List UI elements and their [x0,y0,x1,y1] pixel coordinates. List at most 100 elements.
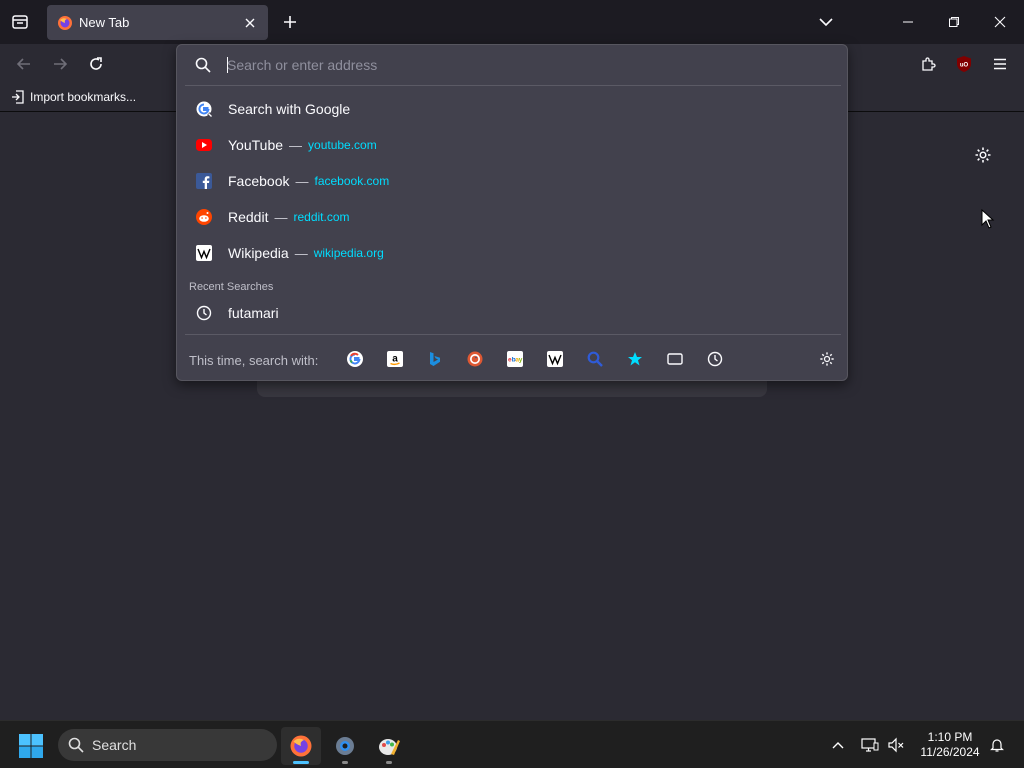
speaker-muted-icon [888,737,904,753]
divider [185,334,841,335]
taskbar-search-box[interactable]: Search [58,729,277,761]
tab-title: New Tab [79,15,130,30]
tab-close-button[interactable] [238,11,262,35]
taskbar-clock[interactable]: 1:10 PM 11/26/2024 [912,730,988,760]
engine-duckduckgo-button[interactable] [465,349,485,369]
close-window-button[interactable] [986,8,1014,36]
extensions-button[interactable] [916,52,940,76]
forward-button[interactable] [48,52,72,76]
firefox-view-button[interactable] [8,10,32,34]
recent-searches-heading: Recent Searches [189,281,274,293]
chevron-down-icon [819,18,833,27]
list-all-tabs-button[interactable] [814,10,838,34]
bing-icon [430,352,440,366]
result-separator: — [289,137,303,153]
youtube-icon [195,136,213,154]
result-wikipedia[interactable]: Wikipedia — wikipedia.org [185,236,841,270]
search-icon [193,55,213,75]
engine-ebay-button[interactable]: ebay [505,349,525,369]
windows-taskbar: Search 1:10 PM 11/26/2024 [0,720,1024,768]
close-icon [245,18,255,27]
start-button[interactable] [18,733,44,759]
svg-text:uO: uO [960,63,969,69]
taskbar-search-label: Search [92,737,137,753]
firefox-view-icon [12,15,28,29]
result-url: reddit.com [293,210,350,224]
restore-icon [949,17,959,27]
result-facebook[interactable]: Facebook — facebook.com [185,164,841,198]
history-icon [195,304,213,322]
search-icon [587,351,603,367]
bookmarks-search-button[interactable] [625,349,645,369]
restore-button[interactable] [940,8,968,36]
import-icon [12,90,24,104]
taskbar-paint[interactable] [369,727,409,765]
facebook-icon [195,172,213,190]
clock-time: 1:10 PM [927,730,973,744]
result-url: youtube.com [308,138,377,152]
puzzle-icon [922,57,936,71]
running-indicator [386,761,392,764]
text-caret [227,57,228,73]
paint-app-icon [379,739,400,755]
result-separator: — [274,209,288,225]
back-button[interactable] [12,52,36,76]
engine-wikipedia-button[interactable] [545,349,565,369]
amazon-icon: a [387,351,403,367]
star-icon [628,352,642,366]
ublock-origin-button[interactable]: uO [952,52,976,76]
result-title: Reddit [228,209,269,225]
tab-new-tab[interactable]: New Tab [47,5,268,40]
engine-search-button[interactable] [585,349,605,369]
result-title: Wikipedia [228,245,289,261]
result-recent-search[interactable]: futamari [185,296,841,330]
result-title: YouTube [228,137,284,153]
show-hidden-icons-button[interactable] [826,733,850,757]
svg-text:y: y [519,357,523,364]
arrow-right-icon [54,58,68,70]
reload-icon [90,57,102,70]
import-bookmarks-button[interactable]: Import bookmarks... [10,89,136,105]
app-menu-button[interactable] [988,52,1012,76]
result-search-with-google[interactable]: Search with Google [185,92,841,126]
result-reddit[interactable]: Reddit — reddit.com [185,200,841,234]
new-tab-button[interactable] [278,10,302,34]
engine-amazon-button[interactable]: a [385,349,405,369]
chevron-up-icon [832,742,844,749]
running-indicator [342,761,348,764]
reddit-icon [195,208,213,226]
wikipedia-icon [195,244,213,262]
urlbar-popup: Search with Google YouTube — youtube.com… [176,44,848,381]
gear-icon [820,352,834,366]
arrow-left-icon [16,58,30,70]
duckduckgo-icon [467,351,483,367]
volume-button[interactable] [884,733,908,757]
taskbar-firefox[interactable] [281,727,321,765]
search-settings-button[interactable] [817,349,837,369]
minimize-button[interactable] [894,8,922,36]
svg-text:a: a [392,354,398,365]
one-off-search-label: This time, search with: [189,353,319,368]
ebay-icon: ebay [507,351,523,367]
ublock-icon: uO [957,56,971,72]
google-icon [195,100,213,118]
new-tab-settings-button[interactable] [971,143,995,167]
urlbar-input[interactable] [227,53,827,77]
result-separator: — [295,173,309,189]
clock-date: 11/26/2024 [920,745,980,759]
result-title: Facebook [228,173,290,189]
engine-google-button[interactable] [345,349,365,369]
engine-bing-button[interactable] [425,349,445,369]
notifications-button[interactable] [985,733,1009,757]
tabs-search-button[interactable] [665,349,685,369]
result-youtube[interactable]: YouTube — youtube.com [185,128,841,162]
result-url: wikipedia.org [313,246,384,260]
reload-button[interactable] [84,52,108,76]
divider [185,85,841,86]
network-status-button[interactable] [858,733,882,757]
settings-app-icon [336,737,354,755]
bell-icon [990,739,1004,752]
result-title: Search with Google [228,101,351,117]
history-search-button[interactable] [705,349,725,369]
taskbar-settings[interactable] [325,727,365,765]
